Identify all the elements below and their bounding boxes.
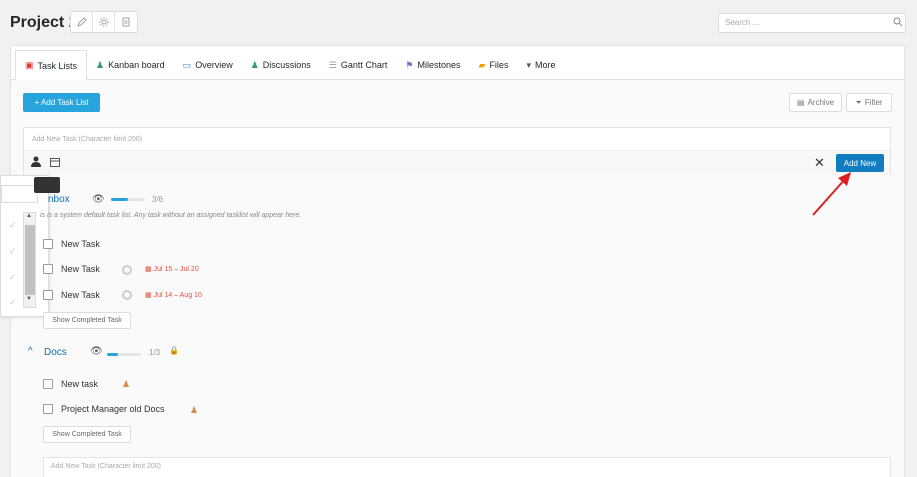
gantt-icon: ☰ [328,59,337,70]
new-task-meta-bar [24,150,890,175]
docs-progress-fill [107,353,119,356]
task-row: New task [43,379,98,389]
show-completed-button[interactable]: Show Completed Task [43,426,131,443]
tab-label: Gantt Chart [340,60,388,70]
due-date-text: Jul 14 – Aug 10 [153,292,202,299]
inbox-progress-bar [111,198,145,201]
task-checkbox[interactable] [43,379,53,389]
tab-label: More [534,60,556,70]
inbox-progress-count: 3/6 [152,195,164,204]
project-tools [70,11,138,33]
edit-icon[interactable] [71,12,93,32]
scroll-thumb[interactable] [25,225,35,295]
tooltip [34,177,60,193]
new-task-input[interactable]: Add New Task (Character limit 200) [32,136,142,143]
folder-icon: ▰ [478,59,486,70]
task-row: Project Manager old Docs [43,404,165,414]
tab-label: Milestones [417,60,461,70]
check-icon[interactable]: ✓ [9,297,17,308]
due-date: ▦ Jul 15 – Jul 20 [145,265,199,273]
task-row: New Task [43,239,100,249]
tab-kanban-board[interactable]: ♟ Kanban board [87,50,174,80]
discussions-icon: ♟ [250,59,259,70]
filter-icon: ⏷ [855,97,862,107]
tab-overview[interactable]: ▭ Overview [174,50,242,80]
calendar-icon[interactable] [50,156,60,170]
kanban-icon: ♟ [96,59,105,70]
tab-label: Overview [195,60,233,70]
add-task-list-button[interactable]: + Add Task List [23,93,100,112]
task-row: New Task [43,264,100,274]
tab-label: Kanban board [108,60,165,70]
tab-bar: ▣ Task Lists ♟ Kanban board ▭ Overview ♟… [15,50,565,81]
inbox-description: is is a system default task list. Any ta… [40,212,302,219]
scroll-up-icon[interactable]: ▲ [26,213,32,219]
task-name[interactable]: New Task [61,290,100,300]
assignee-icon: ♟ [122,379,131,389]
eye-icon[interactable]: 👁 [92,194,105,205]
task-checkbox[interactable] [43,404,53,414]
tab-task-lists[interactable]: ▣ Task Lists [15,50,88,81]
task-row: New Task [43,290,100,300]
task-checkbox[interactable] [43,264,53,274]
tab-discussions[interactable]: ♟ Discussions [242,50,320,80]
lock-icon: 🔒 [169,346,179,355]
task-list-icon: ▣ [25,60,34,70]
tab-more[interactable]: ▾ More [517,50,564,80]
scroll-down-icon[interactable]: ▼ [26,296,32,302]
check-icon[interactable]: ✓ [9,272,17,283]
assignee-icon: ♟ [190,405,199,415]
filter-label: Filter [864,98,883,107]
due-date: ▦ Jul 14 – Aug 10 [145,291,202,299]
due-date-text: Jul 15 – Jul 20 [153,266,199,273]
annotation-arrow-icon [812,172,851,216]
tab-label: Task Lists [37,60,78,71]
tab-gantt-chart[interactable]: ☰ Gantt Chart [320,50,397,80]
collapse-chevron-icon[interactable]: ^ [28,346,33,357]
milestones-icon: ⚑ [405,59,414,70]
tab-files[interactable]: ▰ Files [470,50,518,80]
task-name[interactable]: New Task [61,264,100,274]
archive-button[interactable]: ▤ Archive [789,93,842,112]
filter-button[interactable]: ⏷ Filter [846,93,892,112]
task-name[interactable]: New task [61,379,98,389]
tab-label: Files [489,60,509,70]
project-title: Project 2 [10,14,78,31]
show-completed-button[interactable]: Show Completed Task [43,312,131,329]
search-icon[interactable] [893,17,903,29]
task-name[interactable]: Project Manager old Docs [61,404,165,414]
check-icon[interactable]: ✓ [9,220,17,231]
task-checkbox[interactable] [43,290,53,300]
calendar-icon: ▦ [145,292,152,299]
docs-progress-bar [107,353,141,356]
caret-down-icon: ▾ [526,59,531,70]
archive-icon: ▤ [796,98,805,107]
search-placeholder: Search ... [725,18,760,27]
docs-progress-count: 1/3 [149,348,161,357]
inbox-title[interactable]: nbox [48,194,70,205]
new-task-form: Add New Task (Character limit 200) [23,127,891,175]
overview-icon: ▭ [182,59,192,70]
task-name[interactable]: New Task [61,239,100,249]
document-icon[interactable] [115,12,137,32]
docs-new-task-input[interactable]: Add New Task (Character limit 200) [43,457,891,477]
tab-label: Discussions [262,60,311,70]
gear-icon[interactable] [93,12,115,32]
docs-title[interactable]: Docs [44,347,67,358]
tab-milestones[interactable]: ⚑ Milestones [396,50,469,80]
check-icon[interactable]: ✓ [9,246,17,257]
inbox-progress-fill [111,198,128,201]
task-checkbox[interactable] [43,239,53,249]
eye-icon[interactable]: 👁 [90,346,103,357]
user-icon[interactable] [31,156,41,170]
search-input[interactable]: Search ... [718,13,906,33]
dropdown-scrollbar[interactable]: ▲ ▼ [23,212,36,308]
assignee-avatar [122,290,132,300]
user-search-input[interactable] [1,185,38,203]
archive-label: Archive [807,98,835,107]
calendar-icon: ▦ [145,266,152,273]
assignee-avatar [122,265,132,275]
